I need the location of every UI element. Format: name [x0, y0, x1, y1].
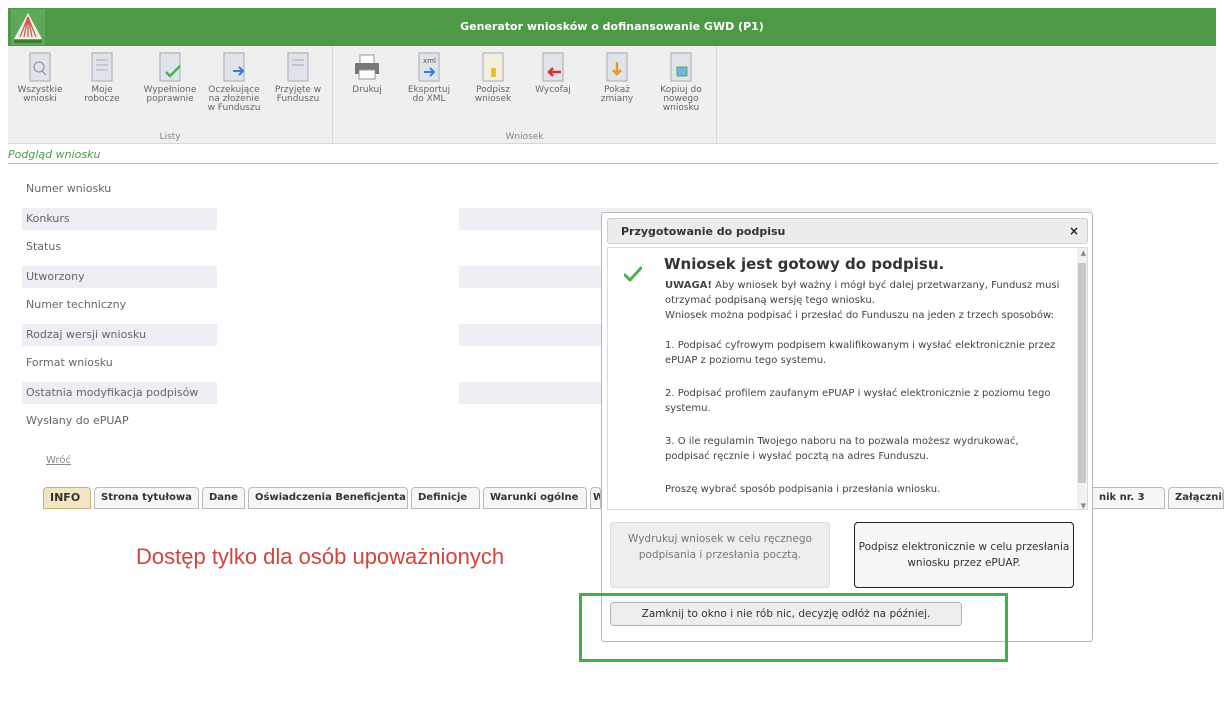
show-changes-label: Pokaż zmiany — [600, 85, 634, 104]
print-for-manual-sign-button[interactable]: Wydrukuj wniosek w celu ręcznego podpisa… — [610, 522, 830, 588]
print-label: Drukuj — [352, 85, 382, 95]
accepted-button[interactable]: Przyjęte w Funduszu — [270, 52, 326, 104]
accepted-label: Przyjęte w Funduszu — [274, 85, 322, 104]
option-1-text: 1. Podpisać cyfrowym podpisem kwalifikow… — [665, 340, 1056, 366]
xml-export-icon: xml — [418, 52, 440, 82]
scroll-thumb[interactable] — [1078, 263, 1086, 483]
my-drafts-button[interactable]: Moje robocze — [74, 52, 130, 104]
close-icon[interactable]: × — [1069, 224, 1079, 238]
warning-body: Aby wniosek był ważny i mógł być dalej p… — [665, 280, 1060, 306]
print-button[interactable]: Drukuj — [339, 52, 395, 95]
document-search-icon — [29, 52, 51, 82]
tab-beneficiary-statements[interactable]: Oświadczenia Beneficjenta — [248, 487, 408, 509]
redacted-values — [217, 169, 459, 441]
document-changes-icon — [606, 52, 628, 82]
awaiting-submission-button[interactable]: Oczekujące na złożenie w Funduszu — [206, 52, 262, 113]
tab-info[interactable]: INFO — [43, 487, 91, 509]
signature-dialog: Przygotowanie do podpisu × Wniosek jest … — [601, 212, 1093, 642]
sign-electronically-button[interactable]: Podpisz elektronicznie w celu przesłania… — [854, 522, 1074, 588]
dialog-heading: Wniosek jest gotowy do podpisu. — [664, 255, 945, 273]
group-label-application: Wniosek — [505, 132, 544, 142]
title-bar: Generator wniosków o dofinansowanie GWD … — [8, 8, 1216, 46]
dialog-body: Wniosek jest gotowy do podpisu. UWAGA! A… — [607, 247, 1088, 510]
tab-attachment[interactable]: Załącznik nr — [1168, 487, 1224, 509]
warning-label: UWAGA! — [665, 280, 712, 291]
export-xml-label: Eksportuj do XML — [407, 85, 451, 104]
svg-text:xml: xml — [423, 57, 436, 65]
copy-to-new-label: Kopiuj do nowego wniosku — [660, 85, 702, 113]
document-sign-icon — [482, 52, 504, 82]
scroll-up-icon[interactable]: ▲ — [1081, 249, 1086, 257]
my-drafts-label: Moje robocze — [84, 85, 120, 104]
preview-section-title: Podgląd wniosku — [8, 148, 1218, 164]
choose-method-prompt: Proszę wybrać sposób podpisania i przesł… — [665, 484, 941, 495]
copy-to-new-button[interactable]: Kopiuj do nowego wniosku — [653, 52, 709, 113]
document-send-icon — [223, 52, 245, 82]
export-xml-button[interactable]: xml Eksportuj do XML — [401, 52, 457, 104]
withdraw-button[interactable]: Wycofaj — [525, 52, 581, 95]
scroll-down-icon[interactable]: ▼ — [1081, 502, 1086, 509]
dialog-scrollbar[interactable]: ▲ ▼ — [1077, 248, 1087, 509]
sign-application-label: Podpisz wniosek — [474, 85, 512, 104]
sign-application-button[interactable]: Podpisz wniosek — [465, 52, 521, 104]
dialog-header: Przygotowanie do podpisu × — [607, 218, 1088, 244]
app-title: Generator wniosków o dofinansowanie GWD … — [460, 20, 764, 33]
all-applications-button[interactable]: Wszystkie wnioski — [12, 52, 68, 104]
field-label: Numer wniosku — [26, 182, 112, 195]
all-applications-label: Wszystkie wnioski — [17, 85, 63, 104]
show-changes-button[interactable]: Pokaż zmiany — [589, 52, 645, 104]
document-check-icon — [159, 52, 181, 82]
document-withdraw-icon — [542, 52, 564, 82]
toolbar: Wszystkie wnioski Moje robocze Wypełnion… — [8, 46, 1216, 144]
document-icon — [91, 52, 113, 82]
tab-attachment-3[interactable]: nik nr. 3 — [1093, 487, 1165, 509]
dialog-title: Przygotowanie do podpisu — [621, 225, 786, 238]
close-and-decide-later-button[interactable]: Zamknij to okno i nie rób nic, decyzję o… — [610, 602, 962, 626]
printer-icon — [355, 54, 379, 80]
tab-partial[interactable]: W — [590, 487, 601, 509]
restricted-access-notice: Dostęp tylko dla osób upoważnionych — [136, 544, 505, 569]
back-link[interactable]: Wróć — [46, 455, 71, 466]
document-copy-icon — [670, 52, 692, 82]
toolbar-group-lists: Wszystkie wnioski Moje robocze Wypełnion… — [8, 46, 333, 144]
tab-title-page[interactable]: Strona tytułowa — [94, 487, 199, 509]
toolbar-group-application: Drukuj xml Eksportuj do XML Podpisz wnio… — [333, 46, 717, 144]
warning-text: UWAGA! Aby wniosek był ważny i mógł być … — [665, 278, 1065, 308]
option-3-text: 3. O ile regulamin Twojego naboru na to … — [665, 436, 1019, 462]
filled-correctly-button[interactable]: Wypełnione poprawnie — [142, 52, 198, 104]
group-label-lists: Listy — [159, 132, 181, 142]
document-accepted-icon — [287, 52, 309, 82]
tab-data[interactable]: Dane — [202, 487, 245, 509]
tab-definitions[interactable]: Definicje — [411, 487, 480, 509]
withdraw-label: Wycofaj — [535, 85, 571, 95]
checkmark-icon — [624, 266, 642, 282]
option-2-text: 2. Podpisać profilem zaufanym ePUAP i wy… — [665, 388, 1051, 414]
awaiting-submission-label: Oczekujące na złożenie w Funduszu — [207, 85, 261, 113]
tab-general-conditions[interactable]: Warunki ogólne — [483, 487, 587, 509]
sign-methods-intro: Wniosek można podpisać i przesłać do Fun… — [665, 310, 1054, 321]
filled-correctly-label: Wypełnione poprawnie — [143, 85, 197, 104]
